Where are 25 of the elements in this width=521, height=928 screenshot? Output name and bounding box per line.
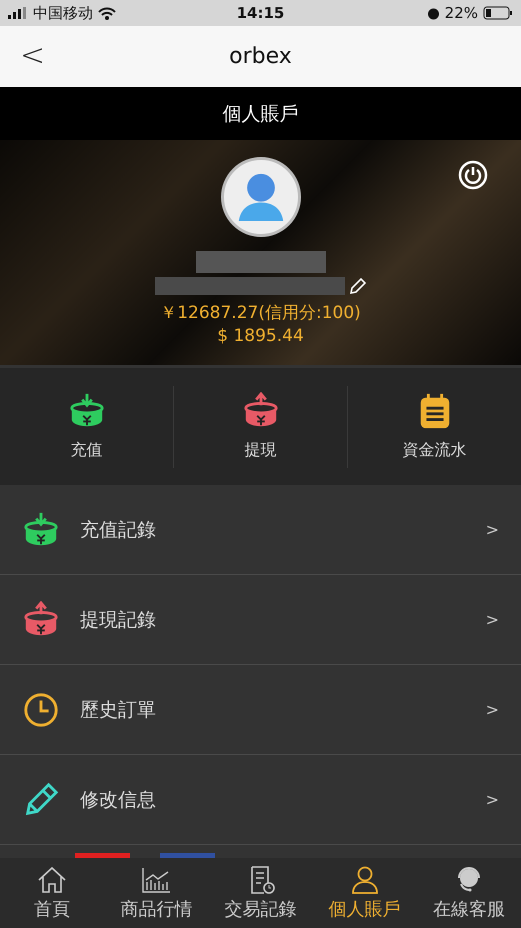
tab-item[interactable]: 交易記錄 xyxy=(208,858,313,928)
wifi-icon xyxy=(98,6,116,20)
back-button[interactable]: < xyxy=(14,38,52,73)
page-title: 個人賬戶 xyxy=(0,87,521,140)
clock-icon xyxy=(22,690,60,728)
usd-balance: $ 1895.44 xyxy=(217,326,304,346)
nav-title: orbex xyxy=(229,44,292,69)
battery-icon xyxy=(483,6,513,20)
tab-item[interactable]: 個人賬戶 xyxy=(312,858,417,928)
tab-item[interactable]: 商品行情 xyxy=(104,858,208,928)
cny-balance: ￥12687.27(信用分:100) xyxy=(160,302,361,324)
alarm-icon xyxy=(426,6,440,20)
battery-percent: 22% xyxy=(444,4,478,22)
action-button[interactable]: 提現 xyxy=(173,386,347,468)
bar-chart-icon xyxy=(140,866,172,894)
pencil-icon[interactable] xyxy=(348,277,366,295)
power-icon[interactable] xyxy=(458,160,488,190)
status-time: 14:15 xyxy=(236,4,284,22)
tab-item[interactable]: 在線客服 xyxy=(416,858,521,928)
tab-item[interactable]: 首頁 xyxy=(0,858,104,928)
home-icon xyxy=(36,866,68,894)
action-button[interactable]: 充值 xyxy=(0,386,173,468)
carrier-name: 中国移动 xyxy=(33,4,93,22)
signal-icon xyxy=(8,7,28,19)
action-button[interactable]: 資金流水 xyxy=(347,386,521,468)
